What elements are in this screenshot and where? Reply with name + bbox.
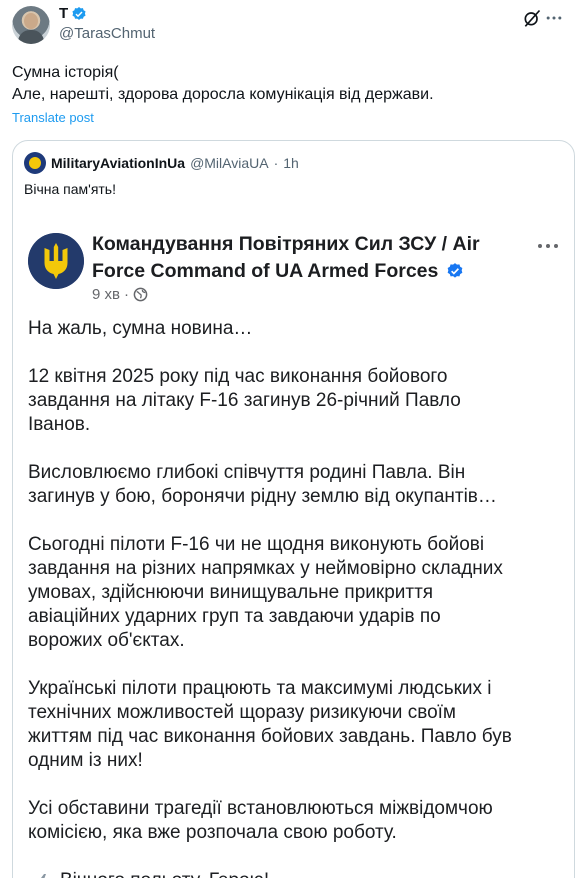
fb-line: Усі обставини трагедії встановлюються мі… [28,798,493,819]
quote-avatar [24,152,46,174]
fb-post-time: 9 хв [92,286,120,303]
fb-line: На жаль, сумна новина… [28,318,253,339]
author-handle[interactable]: @TarasChmut [59,25,155,42]
author-name-row[interactable]: T [59,5,87,22]
fb-line: Іванов. [28,414,91,435]
fb-paragraph: Сьогодні пілоти F-16 чи не щодня виконую… [28,533,568,653]
quote-separator: · [273,155,279,171]
airplane-icon [41,874,52,878]
fb-paragraph: Українські пілоти працюють та максимумі … [28,677,568,773]
fb-post-separator: · [123,286,129,303]
author-display-name[interactable]: T [59,5,68,22]
more-icon[interactable] [544,8,564,28]
fb-line: життям під час виконання бойових завдань… [28,726,512,747]
trident-icon [28,233,84,289]
fb-line: авіаційних ударних груп та завдаючи удар… [28,606,441,627]
fb-closing-line: Вічного польоту, Герою! [28,869,568,878]
quote-author-name: MilitaryAviationInUa [51,155,186,171]
quote-timestamp: 1h [283,155,299,171]
fb-line: Українські пілоти працюють та максимумі … [28,678,492,699]
globe-icon [133,287,148,302]
verified-badge-icon [447,263,463,278]
tweet-header: T @TarasChmut [12,4,564,46]
fb-paragraph: На жаль, сумна новина… [28,317,568,341]
fb-page-title: Командування Повітряних Сил ЗСУ / Air Fo… [92,231,512,285]
fb-line: Сьогодні пілоти F-16 чи не щодня виконую… [28,534,485,555]
fb-line: завдання на різних напрямках у неймовірн… [28,558,503,579]
tweet-text: Сумна історія( Але, нарешті, здорова дор… [12,62,564,106]
fb-line: одним із них! [28,750,143,771]
fb-line: 12 квітня 2025 року під час виконання бо… [28,366,448,387]
fb-line: умовах, здійснюючи винищувальне прикритт… [28,582,434,603]
avatar-face [24,13,38,29]
quote-card[interactable]: MilitaryAviationInUa @MilAviaUA · 1h Віч… [12,140,575,878]
fb-page-title-line1: Командування Повітряних Сил ЗСУ / Air [92,233,480,255]
fb-paragraph: Висловлюємо глибокі співчуття родині Пав… [28,461,568,509]
fb-page-title-line2: Force Command of UA Armed Forces [92,260,439,282]
translate-post-link[interactable]: Translate post [12,110,94,125]
fb-line: Висловлюємо глибокі співчуття родині Пав… [28,462,466,483]
tweet-text-line: Сумна історія( [12,64,119,81]
grok-icon[interactable] [522,8,542,28]
tweet-text-line: Але, нарешті, здорова доросла комунікаці… [12,86,434,103]
fb-line: ворожих об'єктах. [28,630,185,651]
avatar-body [18,30,44,44]
quote-author-handle: @MilAviaUA [190,155,269,171]
quote-text: Вічна пам'ять! [24,181,116,197]
fb-line: завдання на літаку F-16 загинув 26-річни… [28,390,461,411]
fb-line: комісією, яка вже розпочала свою роботу. [28,822,397,843]
fb-closing-text: Вічного польоту, Герою! [60,869,269,878]
avatar[interactable] [12,6,50,44]
fb-line: загинув у бою, боронячи рідну землю від … [28,486,497,507]
quote-header: MilitaryAviationInUa @MilAviaUA · 1h [24,152,299,174]
fb-paragraph: Усі обставини трагедії встановлюються мі… [28,797,568,845]
verified-badge-icon [72,6,86,20]
fb-line: технічних можливостей щоразу ризикуючи с… [28,702,456,723]
fb-post-body: На жаль, сумна новина… 12 квітня 2025 ро… [28,317,568,878]
fb-paragraph: 12 квітня 2025 року під час виконання бо… [28,365,568,437]
fb-post-meta: 9 хв · [92,286,148,303]
more-icon [538,244,558,248]
quoted-image-facebook-post[interactable]: Командування Повітряних Сил ЗСУ / Air Fo… [13,217,574,878]
